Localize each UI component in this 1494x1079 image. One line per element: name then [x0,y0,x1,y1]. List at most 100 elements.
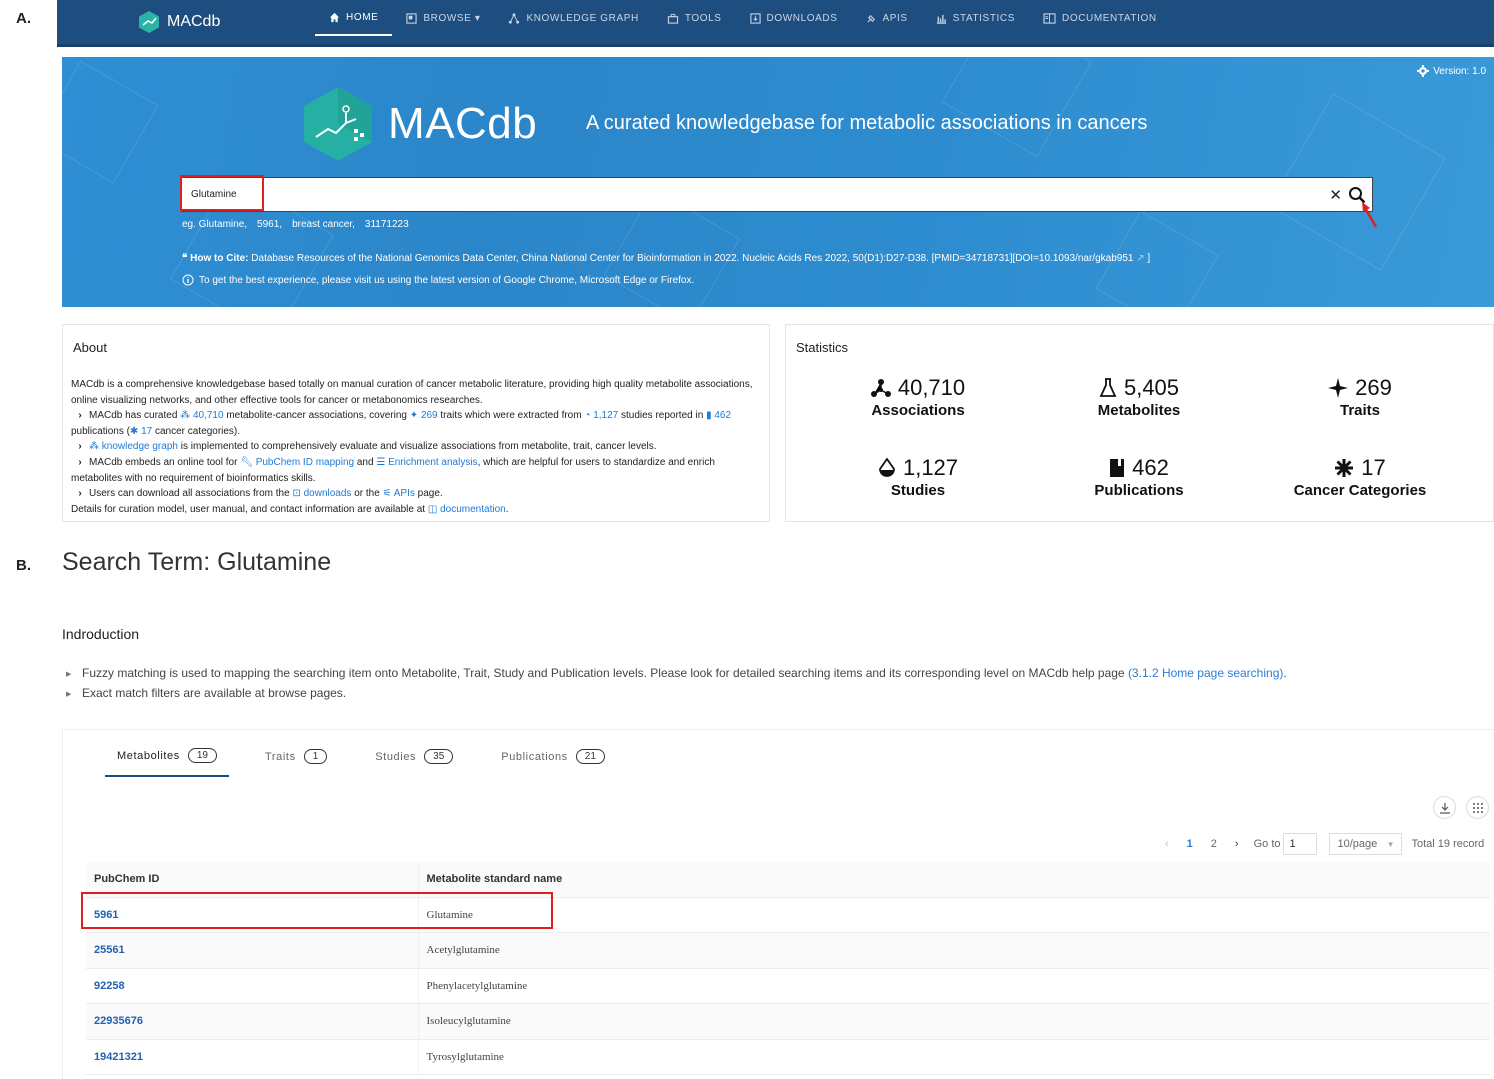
tab-label: Traits [264,750,296,763]
pubchem-mapping-link[interactable]: 🔧︎ PubChem ID mapping [240,457,354,468]
table-row: 25561 Acetylglutamine [86,932,1490,969]
cite-end: ] [1147,253,1151,264]
studies-link[interactable]: ◔ 1,127 [584,410,618,421]
statistics-title: Statistics [796,340,849,355]
macdb-logo-icon [139,11,159,33]
about-text: or the [354,488,380,500]
column-header-standard-name[interactable]: Metabolite standard name [418,862,1490,898]
nav-statistics[interactable]: STATISTICS [922,0,1029,36]
traits-link[interactable]: ✦ 269 [410,410,438,421]
about-text: Details for curation model, user manual,… [71,503,426,515]
documentation-link-label: documentation [440,503,506,515]
stat-studies[interactable]: 1,127 Studies [823,455,1013,499]
publications-link[interactable]: ▮ 462 [706,410,731,421]
prev-page-icon[interactable]: ‹ [1156,838,1178,850]
drop-icon: ◔ [584,410,591,422]
nav-logo[interactable]: MACdb [137,10,220,34]
intro-item: ▶ Fuzzy matching is used to mapping the s… [66,664,1287,684]
categories-count: 17 [141,425,153,437]
apis-link[interactable]: ⚟ APIs [383,488,415,499]
stat-publications[interactable]: 462 Publications [1044,455,1234,499]
page-size-select[interactable]: 10/page ▼ [1328,833,1402,855]
tab-metabolites[interactable]: Metabolites 19 [105,748,229,777]
search-input[interactable] [182,178,1330,211]
intro-item: ▶ Exact match filters are available at br… [66,684,1287,704]
categories-link[interactable]: ✱ 17 [130,426,152,437]
introduction-title: Indroduction [62,626,140,642]
nav-downloads[interactable]: DOWNLOADS [736,0,852,36]
pubchem-id-link[interactable]: 5961 [86,897,419,933]
wrench-icon: 🔧︎ [240,456,253,468]
tab-studies[interactable]: Studies 35 [363,748,465,777]
pubchem-id-link[interactable]: 25561 [86,932,419,969]
nav-knowledge-graph-label: KNOWLEDGE GRAPH [526,12,639,24]
column-settings-button[interactable] [1466,796,1489,819]
stat-metabolites[interactable]: 5,405 Metabolites [1044,375,1234,419]
help-page-link[interactable]: (3.1.2 Home page searching) [1128,666,1283,680]
example-item[interactable]: 5961, [257,219,282,230]
hero-tagline: A curated knowledgebase for metabolic as… [586,112,1148,134]
stat-value: 17 [1361,455,1386,480]
grid-icon [1472,802,1483,813]
example-item[interactable]: breast cancer, [292,219,355,230]
tab-label: Publications [501,750,568,763]
stat-traits[interactable]: 269 Traits [1265,375,1455,419]
stat-value: 269 [1355,375,1392,400]
triangle-right-icon: ▶ [66,671,72,678]
pubchem-id-link[interactable]: 22935676 [86,1003,419,1040]
nav-browse[interactable]: BROWSE ▾ [392,0,494,36]
goto-label: Go to [1253,838,1281,850]
nav-home[interactable]: HOME [315,0,393,36]
downloads-link[interactable]: ⊡ downloads [292,488,351,499]
page-1[interactable]: 1 [1178,838,1202,850]
download-button[interactable] [1433,796,1456,819]
documentation-link[interactable]: ◫ documentation [428,504,506,515]
gear-icon [1417,65,1430,77]
how-to-cite: ❝ How to Cite: Database Resources of the… [182,253,1150,264]
statistics-card: Statistics 40,710 Associations 5,405 Met… [785,324,1494,522]
nav-tools[interactable]: TOOLS [653,0,736,36]
version-text: Version: 1.0 [1433,65,1486,77]
about-bullet: › MACdb embeds an online tool for 🔧︎ PubC… [71,455,759,486]
browser-note-text: To get the best experience, please visit… [199,274,695,286]
list-icon: ☰ [376,456,386,468]
column-header-pubchem-id[interactable]: PubChem ID [86,862,419,898]
cite-text[interactable]: Database Resources of the National Genom… [251,253,1133,264]
tab-count-badge: 35 [424,749,454,764]
annotation-arrow-icon [1362,202,1378,228]
example-prefix[interactable]: eg. Glutamine, [182,219,247,230]
hero-banner: Version: 1.0 MACdb A curated knowledgeba… [62,57,1494,307]
enrichment-link[interactable]: ☰ Enrichment analysis [376,457,477,468]
page-2[interactable]: 2 [1202,838,1226,850]
pubchem-id-link[interactable]: 92258 [86,968,419,1004]
tab-traits[interactable]: Traits 1 [253,748,339,777]
next-page-icon[interactable]: › [1226,838,1248,850]
pubchem-id-link[interactable]: 19421321 [86,1039,419,1075]
associations-link[interactable]: ⁂ 40,710 [180,410,223,421]
stat-cancer-categories[interactable]: 17 Cancer Categories [1265,455,1455,499]
search-examples: eg. Glutamine, 5961, breast cancer, 3117122… [182,219,419,230]
goto-page-input[interactable] [1282,833,1317,855]
external-link-icon[interactable]: ↗ [1136,253,1144,264]
network-icon [870,379,891,397]
browser-note: To get the best experience, please visit… [182,274,694,286]
tab-publications[interactable]: Publications 21 [489,748,617,777]
nav-knowledge-graph[interactable]: KNOWLEDGE GRAPH [494,0,652,36]
nav-tools-label: TOOLS [684,12,722,24]
nav-documentation[interactable]: DOCUMENTATION [1029,0,1171,36]
nav-apis[interactable]: APIS [852,0,922,36]
introduction-list: ▶ Fuzzy matching is used to mapping the s… [66,664,1287,704]
stat-label: Publications [1094,482,1184,499]
about-bullet: › MACdb has curated ⁂ 40,710 metabolite-c… [71,408,759,439]
clear-icon[interactable]: ✕ [1329,186,1342,204]
results-table: PubChem ID Metabolite standard name 5961… [86,862,1490,1075]
book-icon [1110,459,1125,477]
example-item[interactable]: 31171223 [365,219,409,230]
stat-associations[interactable]: 40,710 Associations [823,375,1013,419]
macdb-hex-logo-icon [304,87,372,161]
metabolite-name: Isoleucylglutamine [418,1003,1490,1040]
tab-count-badge: 19 [187,748,217,763]
knowledge-graph-link[interactable]: ⁂ knowledge graph [89,441,178,452]
nav-statistics-label: STATISTICS [952,12,1016,24]
splat-icon: ✱ [129,425,139,437]
